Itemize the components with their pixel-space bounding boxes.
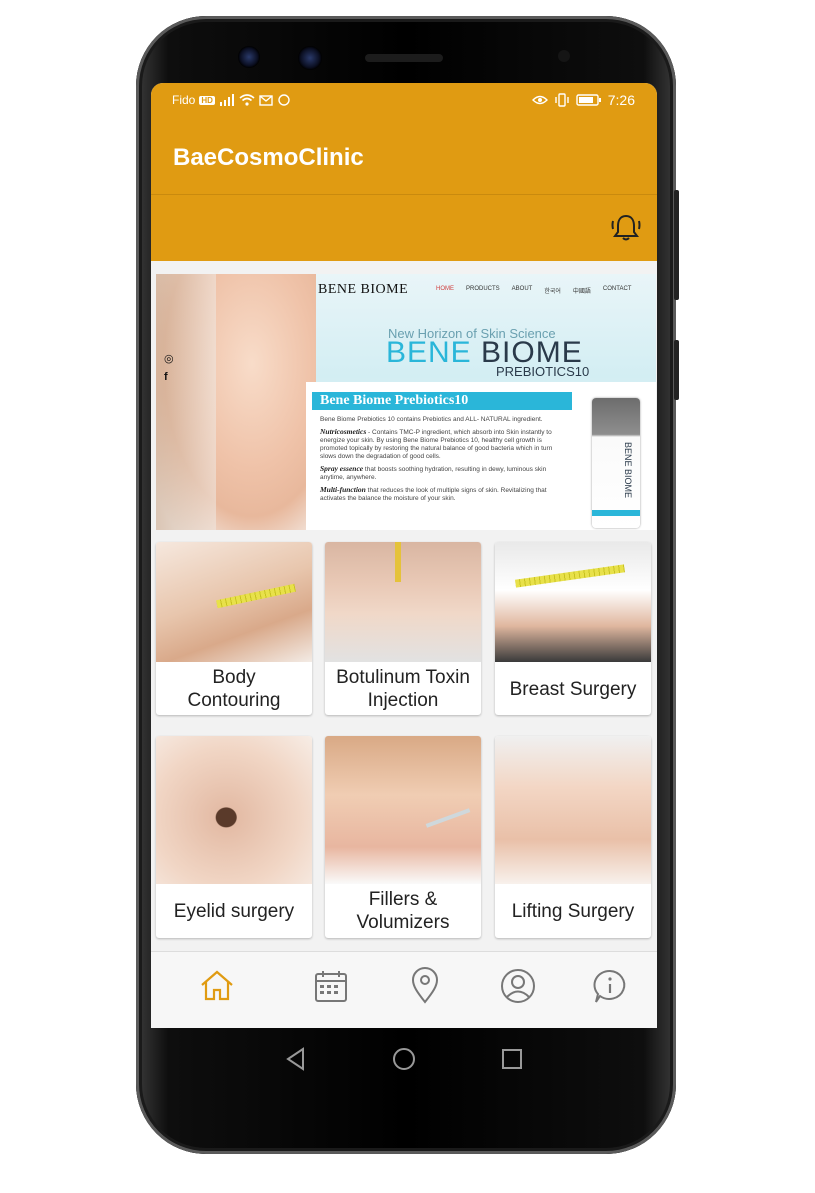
bottom-navigation: [151, 951, 657, 1028]
service-label: Breast Surgery: [495, 678, 651, 701]
service-tile-body-contouring[interactable]: Body Contouring: [156, 542, 312, 715]
back-icon[interactable]: [283, 1046, 309, 1072]
banner-nav-item[interactable]: ABOUT: [512, 286, 533, 295]
system-navigation: [151, 1028, 657, 1088]
product-info-card: Bene Biome Prebiotics10 Bene Biome Prebi…: [306, 382, 656, 530]
app-screen: Fido HD 7:26 BaeCosmoClinic ◎ f BENE BIO…: [151, 83, 657, 1028]
model-hair-shade: [156, 274, 216, 530]
service-label-line: Injection: [367, 690, 439, 711]
service-label: Eyelid surgery: [156, 900, 312, 923]
product-subtitle: PREBIOTICS10: [496, 364, 590, 379]
service-label-line: Volumizers: [356, 912, 450, 933]
sync-icon: [278, 94, 290, 106]
service-image: [156, 736, 312, 884]
vibrate-icon: [555, 93, 569, 107]
carrier-label: Fido: [172, 93, 196, 107]
front-camera-icon: [238, 46, 260, 68]
location-pin-icon[interactable]: [405, 966, 445, 1006]
power-button: [674, 340, 679, 400]
eye-icon: [531, 95, 548, 105]
service-label: Lifting Surgery: [495, 900, 651, 923]
service-label-line: Botulinum Toxin: [336, 667, 470, 688]
syringe-shape: [395, 542, 401, 582]
product-title: Bene Biome Prebiotics10: [312, 392, 572, 410]
app-title: BaeCosmoClinic: [173, 144, 364, 171]
banner-nav-item[interactable]: 中國語: [573, 286, 591, 295]
clock: 7:26: [607, 92, 635, 108]
measuring-tape: [216, 583, 296, 609]
banner-nav-item[interactable]: HOME: [436, 286, 454, 295]
signal-icon: [219, 94, 234, 106]
battery-icon: [576, 94, 601, 106]
service-label-line: Fillers &: [368, 889, 438, 910]
brand-logo-small: BENE BIOME: [318, 282, 409, 297]
service-label-line: Body: [212, 667, 256, 688]
service-image: [156, 542, 312, 662]
banner-nav-item[interactable]: 한국어: [544, 286, 561, 295]
service-label-line: Contouring: [187, 690, 281, 711]
service-tile-lifting[interactable]: Lifting Surgery: [495, 736, 651, 938]
app-bar: BaeCosmoClinic: [151, 118, 657, 195]
wifi-icon: [239, 94, 255, 106]
service-label-line: Lifting Surgery: [511, 901, 635, 922]
home-button-icon[interactable]: [391, 1046, 417, 1072]
profile-icon[interactable]: [498, 966, 538, 1006]
front-camera-icon: [298, 46, 322, 70]
service-label-line: Eyelid surgery: [173, 901, 295, 922]
banner-nav: HOME PRODUCTS ABOUT 한국어 中國語 CONTACT: [436, 286, 631, 295]
notification-bar: [151, 195, 657, 261]
instagram-icon[interactable]: ◎: [164, 350, 174, 368]
product-intro: Bene Biome Prebiotics 10 contains Prebio…: [320, 416, 543, 423]
service-tile-breast[interactable]: Breast Surgery: [495, 542, 651, 715]
social-links: ◎ f: [164, 350, 174, 386]
service-image: [325, 542, 481, 662]
feature-heading: Spray essence: [320, 464, 364, 473]
feature-heading: Multi-function: [320, 485, 366, 494]
proximity-sensor: [558, 50, 570, 62]
banner-nav-item[interactable]: PRODUCTS: [466, 286, 500, 295]
bell-icon[interactable]: [609, 211, 643, 245]
mail-icon: [259, 94, 273, 106]
earpiece-speaker: [365, 54, 443, 62]
brand-word-1: BENE: [386, 336, 472, 369]
service-label: Body Contouring: [156, 666, 312, 712]
volume-button: [674, 190, 679, 300]
service-label-line: Breast Surgery: [509, 679, 637, 700]
product-description: Bene Biome Prebiotics 10 contains Prebio…: [320, 416, 564, 503]
service-image: [495, 542, 651, 662]
syringe-shape: [425, 808, 471, 828]
status-right: 7:26: [531, 92, 635, 108]
service-label: Botulinum Toxin Injection: [325, 666, 481, 712]
facebook-icon[interactable]: f: [164, 368, 174, 386]
hd-badge: HD: [199, 95, 215, 105]
recents-icon[interactable]: [499, 1046, 525, 1072]
feature-heading: Nutricosmetics: [320, 427, 367, 436]
service-image: [325, 736, 481, 884]
banner-nav-item[interactable]: CONTACT: [603, 286, 632, 295]
service-tile-fillers[interactable]: Fillers & Volumizers: [325, 736, 481, 938]
service-label: Fillers & Volumizers: [325, 888, 481, 934]
info-icon[interactable]: [590, 966, 630, 1006]
status-left: Fido HD: [172, 93, 291, 107]
service-tile-eyelid[interactable]: Eyelid surgery: [156, 736, 312, 938]
calendar-icon[interactable]: [311, 966, 351, 1006]
service-tile-botulinum[interactable]: Botulinum Toxin Injection: [325, 542, 481, 715]
home-icon[interactable]: [197, 966, 237, 1006]
bottle-label: BENE BIOME: [623, 442, 633, 499]
service-image: [495, 736, 651, 884]
measuring-tape: [514, 564, 626, 588]
status-bar: Fido HD 7:26: [151, 83, 657, 118]
promo-banner[interactable]: ◎ f BENE BIOME HOME PRODUCTS ABOUT 한국어 中…: [156, 274, 656, 530]
bottle-band: [592, 510, 640, 516]
